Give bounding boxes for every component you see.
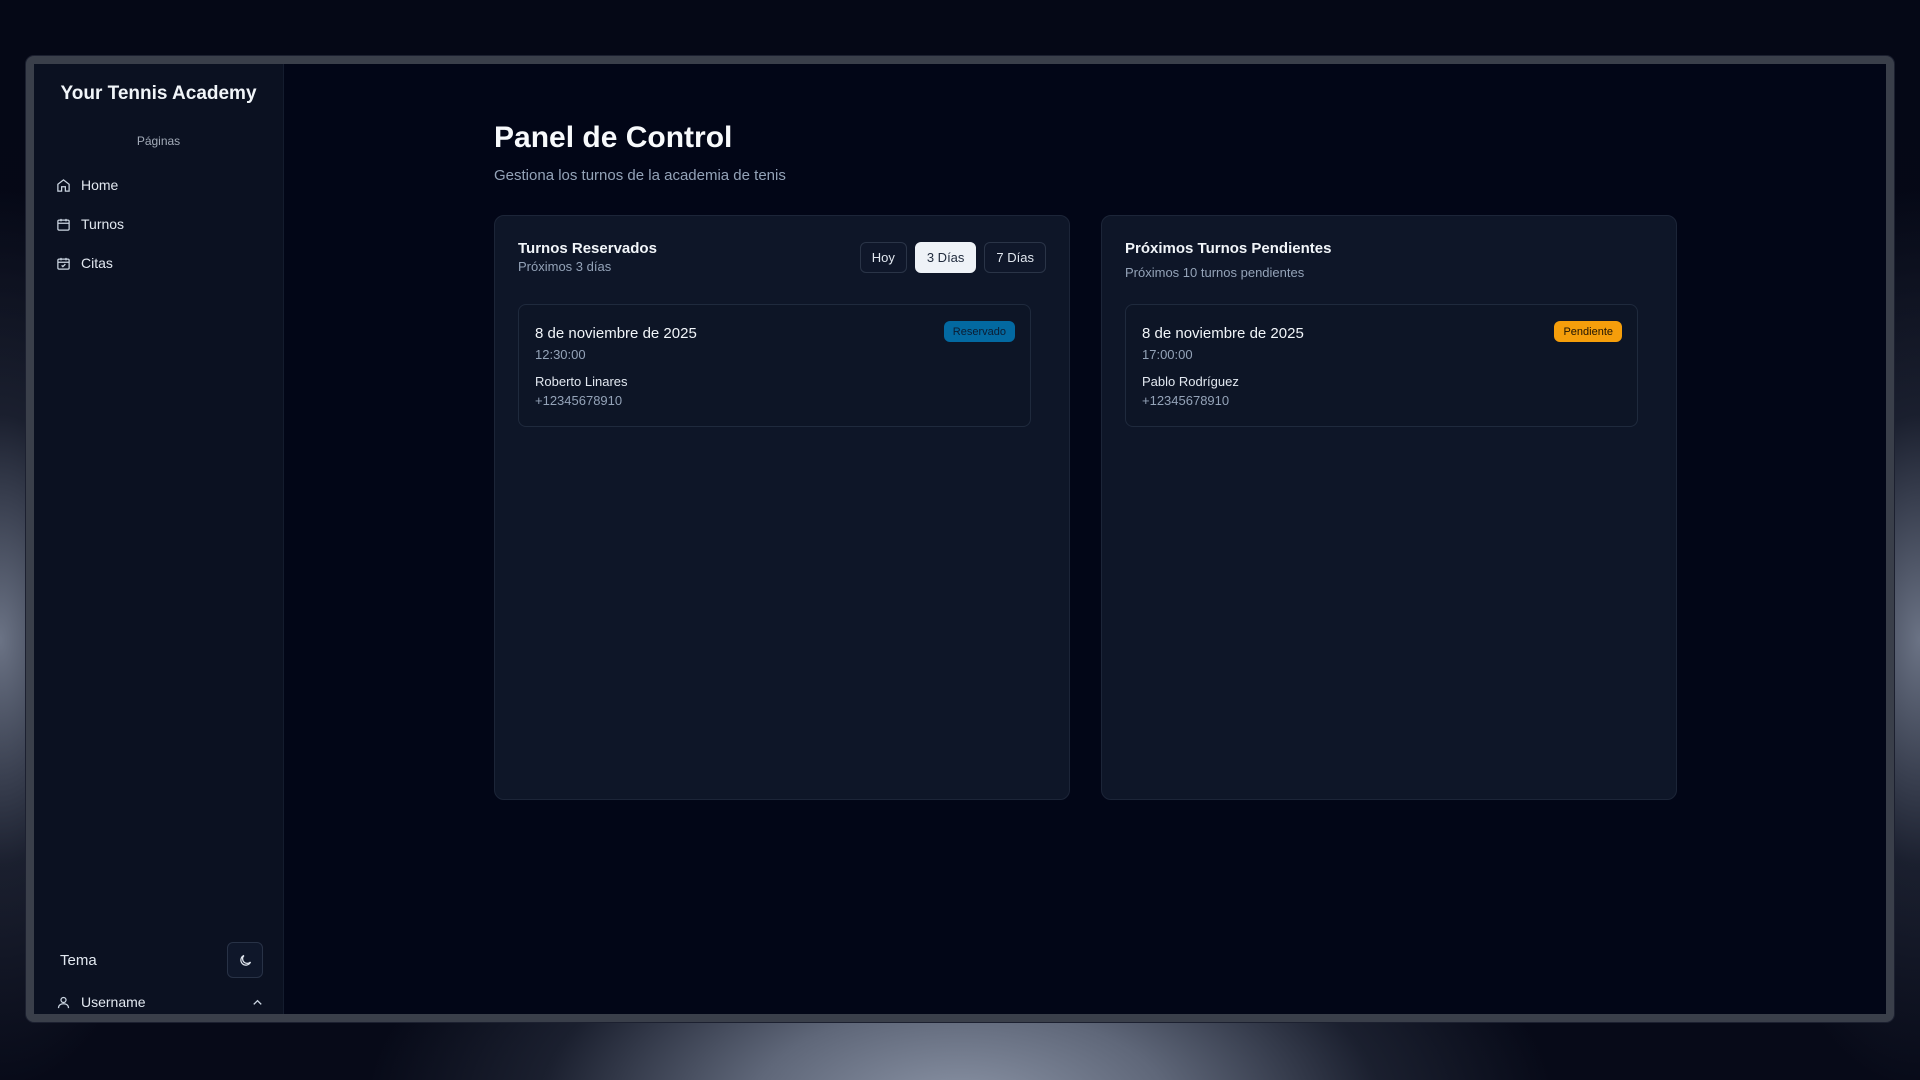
- reserved-appointments-card: Turnos Reservados Próximos 3 días Hoy 3 …: [494, 215, 1070, 800]
- app-window: Your Tennis Academy Páginas Home Turnos …: [26, 56, 1894, 1022]
- appointment-client-name: Pablo Rodríguez: [1142, 374, 1239, 389]
- page-title: Panel de Control: [494, 121, 733, 154]
- home-icon: [57, 178, 70, 192]
- sidebar-item-home[interactable]: Home: [34, 170, 283, 200]
- pending-appointments-card: Próximos Turnos Pendientes Próximos 10 t…: [1101, 215, 1677, 800]
- status-badge: Pendiente: [1554, 321, 1622, 342]
- sidebar-section-label: Páginas: [136, 134, 181, 148]
- status-badge: Reservado: [943, 321, 1015, 342]
- chevron-up-icon: [253, 999, 262, 1005]
- appointment-time: 12:30:00: [535, 347, 586, 362]
- sidebar-item-label: Citas: [81, 255, 113, 271]
- appointment-item[interactable]: 8 de noviembre de 2025 12:30:00 Roberto …: [518, 304, 1031, 427]
- card-title: Turnos Reservados: [518, 240, 657, 257]
- appointment-phone: +12345678910: [535, 393, 623, 408]
- appointment-phone: +12345678910: [1142, 393, 1230, 408]
- calendar-check-icon: [57, 257, 70, 270]
- card-title: Próximos Turnos Pendientes: [1125, 240, 1332, 257]
- range-today-button[interactable]: Hoy: [859, 242, 907, 273]
- card-subtitle: Próximos 10 turnos pendientes: [1125, 265, 1305, 280]
- appointment-date: 8 de noviembre de 2025: [1142, 325, 1304, 342]
- page-subtitle: Gestiona los turnos de la academia de te…: [494, 167, 786, 184]
- sidebar-item-label: Turnos: [81, 216, 125, 232]
- appointment-date: 8 de noviembre de 2025: [535, 325, 697, 342]
- card-subtitle: Próximos 3 días: [518, 259, 612, 274]
- user-menu[interactable]: Username: [56, 994, 265, 1010]
- username: Username: [81, 994, 146, 1010]
- main-content: Panel de Control Gestiona los turnos de …: [284, 64, 1886, 1014]
- sidebar: Your Tennis Academy Páginas Home Turnos …: [34, 64, 284, 1014]
- appointment-client-name: Roberto Linares: [535, 374, 628, 389]
- user-icon: [57, 996, 70, 1008]
- range-3-days-button[interactable]: 3 Días: [914, 242, 977, 273]
- range-7-days-button[interactable]: 7 Días: [984, 242, 1046, 273]
- theme-toggle-button[interactable]: [227, 942, 263, 978]
- appointment-item[interactable]: 8 de noviembre de 2025 17:00:00 Pablo Ro…: [1125, 304, 1638, 427]
- sidebar-item-turnos[interactable]: Turnos: [34, 209, 283, 239]
- theme-label: Tema: [60, 951, 97, 969]
- sidebar-item-citas[interactable]: Citas: [34, 248, 283, 278]
- brand-title: Your Tennis Academy: [60, 83, 257, 104]
- theme-row: Tema: [60, 942, 263, 978]
- appointment-time: 17:00:00: [1142, 347, 1193, 362]
- moon-icon: [239, 954, 251, 966]
- range-selector: Hoy 3 Días 7 Días: [859, 242, 1046, 273]
- calendar-icon: [57, 218, 70, 231]
- sidebar-item-label: Home: [81, 177, 119, 193]
